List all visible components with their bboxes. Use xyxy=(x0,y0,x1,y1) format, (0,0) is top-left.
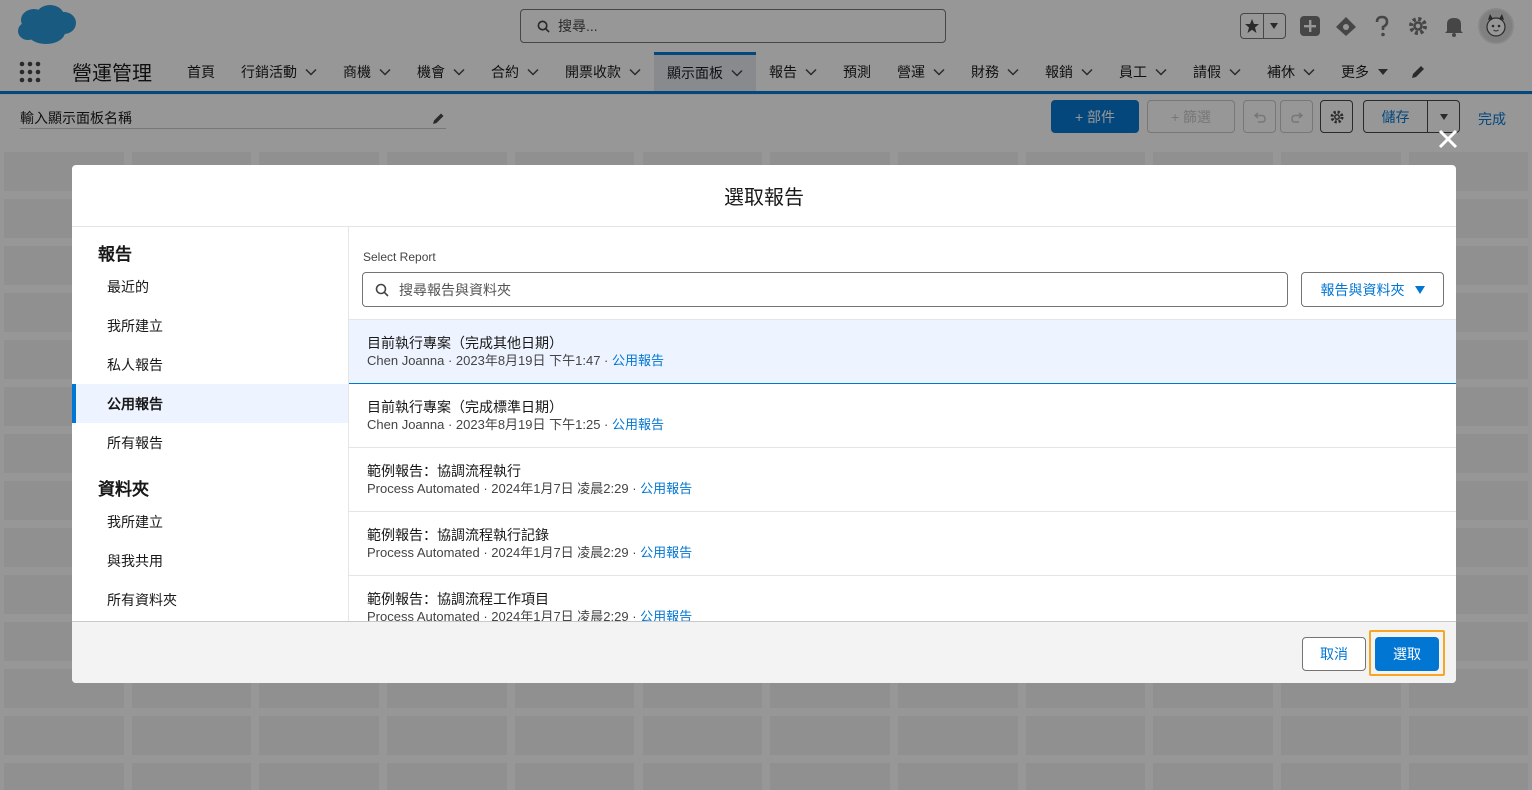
search-icon xyxy=(375,283,389,297)
report-type-link[interactable]: 公用報告 xyxy=(612,353,664,368)
sidebar-item-folder-1[interactable]: 與我共用 xyxy=(72,541,348,580)
modal-body: 報告 最近的 我所建立 私人報告 公用報告 所有報告 資料夾 我所建立 與我共用 所有資料夾… xyxy=(72,227,1456,621)
report-row[interactable]: 範例報告：協調流程工作項目 Process Automated · 2024年1月… xyxy=(349,576,1456,621)
report-search-input[interactable]: 搜尋報告與資料夾 xyxy=(362,272,1288,307)
report-search-placeholder: 搜尋報告與資料夾 xyxy=(399,281,511,298)
select-report-modal: 選取報告 報告 最近的 我所建立 私人報告 公用報告 所有報告 資料夾 我所建立 與我共用… xyxy=(72,165,1456,683)
sidebar-item-report-4[interactable]: 所有報告 xyxy=(72,423,348,462)
report-meta: Process Automated · 2024年1月7日 凌晨2:29 · 公… xyxy=(367,608,1456,621)
report-owner: Chen Joanna xyxy=(367,353,445,368)
report-type-link[interactable]: 公用報告 xyxy=(640,609,692,621)
sidebar-item-folder-2[interactable]: 所有資料夾 xyxy=(72,580,348,619)
sidebar-report-items: 最近的 我所建立 私人報告 公用報告 所有報告 xyxy=(72,267,348,462)
report-meta: Process Automated · 2024年1月7日 凌晨2:29 · 公… xyxy=(367,481,693,496)
report-row[interactable]: 範例報告：協調流程執行 Process Automated · 2024年1月7日… xyxy=(349,448,1456,512)
select-report-label: Select Report xyxy=(363,250,436,264)
sidebar-item-folder-0[interactable]: 我所建立 xyxy=(72,502,348,541)
sidebar-heading-folders: 資料夾 xyxy=(98,479,149,499)
filter-button-label: 報告與資料夾 xyxy=(1320,281,1405,298)
sidebar-folder-items: 我所建立 與我共用 所有資料夾 xyxy=(72,502,348,619)
report-type-link[interactable]: 公用報告 xyxy=(640,481,692,496)
report-date: 2023年8月19日 下午1:25 xyxy=(455,417,601,432)
report-type-link[interactable]: 公用報告 xyxy=(640,545,692,560)
report-title: 範例報告：協調流程執行 xyxy=(367,463,521,479)
report-meta: Process Automated · 2024年1月7日 凌晨2:29 · 公… xyxy=(367,545,693,560)
select-button[interactable]: 選取 xyxy=(1375,637,1439,671)
report-owner: Process Automated xyxy=(367,481,480,496)
report-title: 範例報告：協調流程工作項目 xyxy=(367,591,549,607)
report-title: 目前執行專案（完成其他日期） xyxy=(367,335,563,351)
report-meta: Chen Joanna · 2023年8月19日 下午1:25 · 公用報告 xyxy=(367,417,665,432)
report-list: 目前執行專案（完成其他日期） Chen Joanna · 2023年8月19日 下… xyxy=(349,319,1456,621)
report-type-link[interactable]: 公用報告 xyxy=(612,417,664,432)
report-owner: Process Automated xyxy=(367,545,480,560)
report-date: 2024年1月7日 凌晨2:29 xyxy=(491,481,629,496)
sidebar-item-report-0[interactable]: 最近的 xyxy=(72,267,348,306)
modal-footer: 取消 選取 xyxy=(72,621,1456,683)
cancel-button[interactable]: 取消 xyxy=(1302,637,1366,671)
report-date: 2024年1月7日 凌晨2:29 xyxy=(491,609,629,621)
report-owner: Process Automated xyxy=(367,609,480,621)
report-owner: Chen Joanna xyxy=(367,417,445,432)
sidebar-heading-reports: 報告 xyxy=(98,244,132,264)
report-title: 範例報告：協調流程執行記錄 xyxy=(367,527,549,543)
report-date: 2023年8月19日 下午1:47 xyxy=(455,353,601,368)
caret-down-icon xyxy=(1414,285,1425,294)
report-date: 2024年1月7日 凌晨2:29 xyxy=(491,545,629,560)
sidebar-item-report-1[interactable]: 我所建立 xyxy=(72,306,348,345)
reports-folders-filter-button[interactable]: 報告與資料夾 xyxy=(1301,272,1444,307)
modal-title: 選取報告 xyxy=(72,165,1456,227)
report-sidebar: 報告 最近的 我所建立 私人報告 公用報告 所有報告 資料夾 我所建立 與我共用 所有資料夾 xyxy=(72,227,349,621)
report-picker-main: Select Report 搜尋報告與資料夾 報告與資料夾 目前執行專案（完成其… xyxy=(349,227,1456,621)
sidebar-item-report-2[interactable]: 私人報告 xyxy=(72,345,348,384)
report-row[interactable]: 目前執行專案（完成標準日期） Chen Joanna · 2023年8月19日 下… xyxy=(349,384,1456,448)
report-row[interactable]: 目前執行專案（完成其他日期） Chen Joanna · 2023年8月19日 下… xyxy=(349,320,1456,384)
report-title: 目前執行專案（完成標準日期） xyxy=(367,399,563,415)
modal-close-icon[interactable] xyxy=(1436,127,1460,151)
report-meta: Chen Joanna · 2023年8月19日 下午1:47 · 公用報告 xyxy=(367,353,665,368)
report-row[interactable]: 範例報告：協調流程執行記錄 Process Automated · 2024年1月… xyxy=(349,512,1456,576)
sidebar-item-report-3[interactable]: 公用報告 xyxy=(72,384,348,423)
